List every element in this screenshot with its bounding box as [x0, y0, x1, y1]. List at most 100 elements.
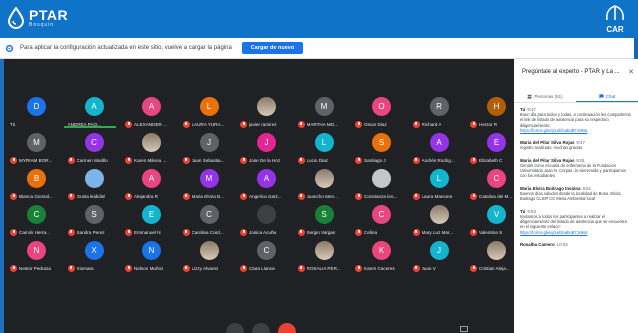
participant-tile[interactable]: K Karen Caceres: [355, 239, 411, 275]
mic-off-icon: [470, 156, 477, 164]
participant-name-row: Karen Caceres: [355, 263, 411, 273]
participant-tile[interactable]: Mary Luz Mor...: [412, 203, 469, 239]
participant-name-row: Catalina del M...: [470, 191, 514, 201]
participant-tile[interactable]: C Carmen Murillo: [67, 131, 124, 167]
hang-up-button[interactable]: [278, 323, 296, 333]
participant-tile[interactable]: J Juan Sebastia...: [182, 131, 239, 167]
chat-message: Tú 9:53 Invitamos a todos los participante…: [520, 209, 632, 235]
avatar: M: [199, 169, 219, 188]
participant-tile[interactable]: B Blanca Gonzal...: [10, 167, 66, 203]
participant-tile[interactable]: C Camilo Herra...: [10, 203, 66, 239]
participant-tile[interactable]: A ALEXANDER ...: [125, 95, 181, 131]
mic-off-icon: [67, 156, 75, 164]
participant-tile[interactable]: Constanza leo...: [355, 167, 411, 203]
participant-tile[interactable]: V Valentina S: [470, 203, 514, 239]
participant-name-row: Valentina S: [470, 227, 514, 237]
participant-tile[interactable]: S Santiago J: [355, 131, 411, 167]
mic-button[interactable]: [226, 323, 244, 333]
participant-tile[interactable]: Josica Acuña: [240, 203, 296, 239]
participant-tile[interactable]: L LAURA YURA...: [182, 95, 239, 131]
chat-link[interactable]: https://forms.gle/ejtLebfoabuB7Jx9s6: [520, 230, 632, 235]
side-panel: Pregúntale al experto - PTAR y La ... ✕ …: [514, 59, 638, 333]
participant-tile[interactable]: J Juan V: [412, 239, 469, 275]
participant-name: Nelson Muñoz: [134, 265, 164, 271]
participant-tile[interactable]: C Clara Llanos: [240, 239, 296, 275]
participant-tile[interactable]: E Emmanuel N: [125, 203, 181, 239]
chat-link[interactable]: https://forms.gle/ejtLebfoabuB7Jx9s6: [520, 128, 632, 133]
participant-name-row: Alejandra R: [125, 191, 181, 201]
mic-off-icon: [355, 192, 362, 200]
participant-tile[interactable]: R Richard A: [412, 95, 469, 131]
participant-name: Gusta leididiel: [76, 193, 106, 199]
present-icon[interactable]: [460, 326, 468, 332]
participant-tile[interactable]: Lizzy Alvarez: [182, 239, 239, 275]
avatar: R: [429, 97, 449, 116]
chat-message: Tú 9:47 Buen día para todos y todas, a con…: [520, 107, 632, 133]
participant-tile[interactable]: O Oscar Diaz: [355, 95, 411, 131]
avatar: [84, 169, 104, 188]
participant-name: Karen Milena ...: [134, 157, 167, 163]
chat-icon: [599, 93, 604, 99]
participant-tile[interactable]: Gusta leididiel: [67, 167, 124, 203]
panel-title: Pregúntale al experto - PTAR y La ...: [522, 69, 620, 75]
app-frame: PTAR Bosquin CAR Para aplicar la configu…: [0, 0, 638, 333]
participant-name: Juancho Men...: [306, 193, 338, 199]
participant-name: MARTHA MO...: [306, 121, 339, 127]
reload-button[interactable]: Cargar de nuevo: [241, 42, 304, 54]
participant-tile[interactable]: ROSALIA PER...: [297, 239, 354, 275]
participant-tile[interactable]: J Jose De la Hoz: [240, 131, 296, 167]
brand-subtitle: Bosquin: [29, 22, 55, 28]
participant-tile[interactable]: C Carolina Card...: [182, 203, 239, 239]
participant-tile[interactable]: javier ramirez: [240, 95, 296, 131]
participant-name: Camilo Herra...: [19, 229, 50, 235]
participant-tile[interactable]: M MARTHA MO...: [297, 95, 354, 131]
participant-tile[interactable]: M MYRIAM BOR...: [10, 131, 66, 167]
participant-name: Sandra Perez: [76, 229, 105, 235]
participant-name: Mary Luz Mor...: [421, 229, 454, 235]
participant-name-row: Sergio Vargas: [297, 227, 354, 237]
avatar: A: [142, 169, 161, 188]
participant-tile[interactable]: E Elizabeth C: [470, 131, 514, 167]
participant-tile[interactable]: N Nestor Pedraza: [10, 239, 66, 275]
camera-button[interactable]: [252, 323, 270, 333]
tab-chat[interactable]: Chat: [576, 91, 638, 102]
meeting-top-bar: [4, 59, 514, 89]
participant-name: Josica Acuña: [249, 229, 277, 235]
tab-people[interactable]: Personas (51): [514, 91, 576, 102]
participant-name-row: Elizabeth C: [470, 155, 514, 165]
participant-tile[interactable]: Karen Milena ...: [125, 131, 181, 167]
participant-tile[interactable]: D Tú: [10, 95, 66, 131]
participant-tile[interactable]: S Sandra Perez: [67, 203, 124, 239]
avatar: B: [27, 169, 46, 188]
participant-tile[interactable]: Juancho Men...: [297, 167, 354, 203]
participant-tile[interactable]: A Angelica Garz...: [240, 167, 296, 203]
participant-tile[interactable]: L Lucio Diaz: [297, 131, 354, 167]
participant-tile[interactable]: S Sergio Vargas: [297, 203, 354, 239]
brand-name: PTAR: [29, 7, 69, 23]
leaf-logo-icon: [606, 5, 624, 21]
participant-tile[interactable]: L Laura Mancera: [412, 167, 469, 203]
participant-tile[interactable]: C Celina: [355, 203, 411, 239]
participant-name-row: Andrés Rodrig...: [412, 155, 469, 165]
avatar: J: [429, 241, 449, 260]
participant-name-row: Xiomara: [67, 263, 124, 273]
participant-tile[interactable]: H Hector R: [470, 95, 514, 131]
avatar: J: [257, 133, 276, 152]
participant-tile[interactable]: A Alejandra R: [125, 167, 181, 203]
participant-tile[interactable]: C Catalina del M...: [470, 167, 514, 203]
participant-tile[interactable]: A Andrés Rodrig...: [412, 131, 469, 167]
participant-name: Karen Caceres: [364, 265, 395, 271]
mic-off-icon: [125, 156, 132, 164]
participant-name: Hector R: [479, 121, 498, 127]
participant-tile[interactable]: M Maria Elvira B...: [182, 167, 239, 203]
close-icon[interactable]: ✕: [628, 68, 634, 76]
chat-body: Buen día para todos y todas, a continuac…: [520, 112, 631, 128]
mic-off-icon: [297, 228, 305, 236]
participant-tile[interactable]: X Xiomara: [67, 239, 124, 275]
chat-message: Maria del Pilar Silva Rojas 9:47 registro …: [520, 140, 632, 150]
participant-tile[interactable]: Cristian Aleja...: [470, 239, 514, 275]
chat-message: Rosalba Camero 10:03: [520, 242, 632, 247]
participant-name: Juan Sebastia...: [191, 157, 225, 163]
participant-tile[interactable]: N Nelson Muñoz: [125, 239, 181, 275]
avatar: L: [429, 169, 449, 188]
